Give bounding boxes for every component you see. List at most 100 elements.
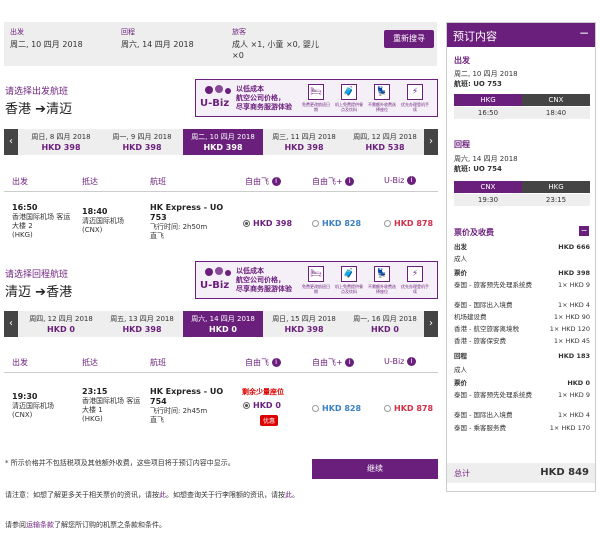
fee-label: 泰国 - 旅客预先处理系统费 — [454, 281, 532, 289]
radio[interactable] — [384, 220, 391, 227]
inbound-route: 清迈 ➔香港 — [5, 281, 72, 300]
panel-outbound-flight: 航班: UO 753 — [454, 80, 502, 88]
arrow-right-icon: ➔ — [35, 285, 47, 300]
inbound-fare-ubiz[interactable]: HKD 878 — [384, 404, 433, 413]
prev-dates-arrow-icon[interactable]: ‹ — [4, 129, 18, 155]
fee-row: 成人 — [454, 366, 590, 375]
outbound-fare-freefly[interactable]: HKD 398 — [243, 219, 292, 228]
fee-amount: HKD 0 — [567, 379, 590, 387]
fee-label: 泰国 - 旅客预先处理系统费 — [454, 391, 532, 399]
fee-label: 泰国 - 乘客服务费 — [454, 424, 506, 432]
outbound-fare-freefly-plus[interactable]: HKD 828 — [312, 219, 361, 228]
terms-link[interactable]: 运输条款 — [26, 521, 54, 529]
outbound-fare-ubiz[interactable]: HKD 878 — [384, 219, 433, 228]
col-fare-freefly: 自由飞 i — [245, 176, 281, 187]
fee-label: 回程 — [454, 352, 467, 360]
re-search-button[interactable]: 重新搜寻 — [384, 30, 434, 48]
info-icon[interactable]: i — [271, 177, 281, 186]
fee-label: 香港 - 旅客保安费 — [454, 337, 506, 345]
info-icon[interactable]: i — [406, 176, 416, 185]
fee-label: 泰国 - 国际出入境费 — [454, 411, 513, 419]
continue-button[interactable]: 继续 — [312, 459, 438, 479]
outbound-arrival: 18:40 清迈国际机场 (CNX) — [82, 207, 124, 234]
inbound-date-option[interactable]: 周五, 13 四月 2018 HKD 398 — [102, 311, 182, 337]
bed-icon: 🛏 — [308, 266, 324, 282]
fare-info-link[interactable]: 此 — [159, 491, 166, 499]
panel-return-flight: 航班: UO 754 — [454, 165, 502, 173]
fee-row: 机场建设费 1× HKD 90 — [454, 313, 590, 322]
baggage-info-link[interactable]: 此 — [285, 491, 292, 499]
ubiz-banner[interactable]: U-Biz 以低成本 航空公司价格， 尽享商务服游体验 🛏 免费更改航班日期 🧳… — [195, 261, 438, 299]
priority-icon: ⚡ — [407, 266, 423, 282]
col-fare-freefly-plus: 自由飞+ i — [312, 176, 355, 187]
inbound-fare-freefly-plus[interactable]: HKD 828 — [312, 404, 361, 413]
outbound-date-option[interactable]: 周日, 8 四月 2018 HKD 398 — [21, 129, 101, 155]
outbound-date-option-selected[interactable]: 周二, 10 四月 2018 HKD 398 — [183, 129, 263, 155]
prev-dates-arrow-icon[interactable]: ‹ — [4, 311, 18, 337]
luggage-icon: 🧳 — [341, 266, 357, 282]
panel-return-label: 回程 — [454, 140, 470, 149]
radio-selected[interactable] — [243, 402, 250, 409]
panel-return-route: CNX HKG 19:30 23:15 — [454, 181, 590, 206]
radio[interactable] — [312, 220, 319, 227]
col-fare-ubiz: U-Biz i — [384, 357, 416, 366]
inbound-date-strip: ‹ 周四, 12 四月 2018 HKD 0 周五, 13 四月 2018 HKD … — [4, 311, 438, 337]
outbound-route: 香港 ➔清迈 — [5, 98, 72, 117]
outbound-date-option[interactable]: 周三, 11 四月 2018 HKD 398 — [264, 129, 344, 155]
outbound-to: 清迈 — [46, 102, 73, 117]
banner-text: 以低成本 航空公司价格， 尽享商务服游体验 — [236, 267, 292, 293]
outbound-date-option[interactable]: 周四, 12 四月 2018 HKD 538 — [345, 129, 425, 155]
booking-summary-panel: 预订内容 − 出发 周二, 10 四月 2018 航班: UO 753 HKG … — [446, 22, 596, 492]
inbound-date-option[interactable]: 周一, 16 四月 2018 HKD 0 — [345, 311, 425, 337]
ubiz-banner[interactable]: U-Biz 以低成本 航空公司价格， 尽享商务服游体验 🛏 免费更改航班日期 🧳… — [195, 79, 438, 117]
info-icon[interactable]: i — [406, 357, 416, 366]
fee-row: 票价 HKD 0 — [454, 379, 590, 388]
inbound-select-label: 请选择回程航班 — [5, 270, 69, 280]
radio[interactable] — [312, 405, 319, 412]
fees-collapse-icon[interactable]: − — [579, 226, 589, 236]
return-label: 回程 — [121, 28, 135, 36]
col-flight: 航班 — [150, 177, 166, 186]
fee-amount: 1× HKD 90 — [553, 313, 590, 321]
fee-row: 泰国 - 旅客预先处理系统费 1× HKD 9 — [454, 391, 590, 400]
passenger-summary: 旅客 成人 ×1, 小童 ×0, 婴儿 ×0 — [232, 27, 322, 61]
inbound-fare-freefly[interactable]: HKD 0 — [243, 401, 281, 410]
collapse-icon[interactable]: − — [579, 26, 589, 40]
fee-amount: HKD 183 — [558, 352, 590, 360]
panel-header: 预订内容 − — [447, 23, 595, 47]
sale-badge: 优惠 — [260, 415, 279, 426]
outbound-date-option[interactable]: 周一, 9 四月 2018 HKD 398 — [102, 129, 182, 155]
fee-row: 泰国 - 国际出入境费 1× HKD 4 — [454, 301, 590, 310]
depart-label: 出发 — [10, 28, 24, 36]
outbound-flight-info: HK Express - UO 753 飞行时间: 2h50m 直飞 — [150, 203, 224, 240]
fee-label: 泰国 - 国际出入境费 — [454, 301, 513, 309]
banner-text: 以低成本 航空公司价格， 尽享商务服游体验 — [236, 85, 292, 111]
inbound-date-option[interactable]: 周日, 15 四月 2018 HKD 398 — [264, 311, 344, 337]
seats-left-notice: 剩余少量座位 — [242, 388, 284, 396]
ubiz-logo: U-Biz — [200, 280, 230, 291]
info-icon[interactable]: i — [271, 358, 281, 367]
info-icon[interactable]: i — [345, 358, 355, 367]
next-dates-arrow-icon[interactable]: › — [424, 311, 438, 337]
info-icon[interactable]: i — [345, 177, 355, 186]
fee-amount: 1× HKD 45 — [553, 337, 590, 345]
fee-amount: HKD 666 — [558, 243, 590, 251]
next-dates-arrow-icon[interactable]: › — [424, 129, 438, 155]
panel-title: 预订内容 — [453, 30, 497, 43]
inbound-date-option[interactable]: 周四, 12 四月 2018 HKD 0 — [21, 311, 101, 337]
col-fare-freefly-plus: 自由飞+ i — [312, 357, 355, 368]
fee-label: 出发 — [454, 243, 467, 251]
radio-selected[interactable] — [243, 220, 250, 227]
price-note: * 所示价格并不包括税项及其他额外收费，这些项目将于预订内容中显示。 — [5, 459, 235, 467]
bed-icon: 🛏 — [308, 84, 324, 100]
col-arrive: 抵达 — [82, 358, 98, 367]
radio[interactable] — [384, 405, 391, 412]
fee-row: 成人 — [454, 255, 590, 264]
depart-value: 周二, 10 四月 2018 — [10, 40, 83, 49]
sale-badge-wrap: 优惠 — [250, 413, 279, 426]
fee-row: 香港 - 旅客保安费 1× HKD 45 — [454, 337, 590, 346]
inbound-date-option-selected[interactable]: 周六, 14 四月 2018 HKD 0 — [183, 311, 263, 337]
fee-row: 泰国 - 旅客预先处理系统费 1× HKD 9 — [454, 281, 590, 290]
fee-row: 泰国 - 乘客服务费 1× HKD 170 — [454, 424, 590, 433]
fee-row: 出发 HKD 666 — [454, 243, 590, 252]
